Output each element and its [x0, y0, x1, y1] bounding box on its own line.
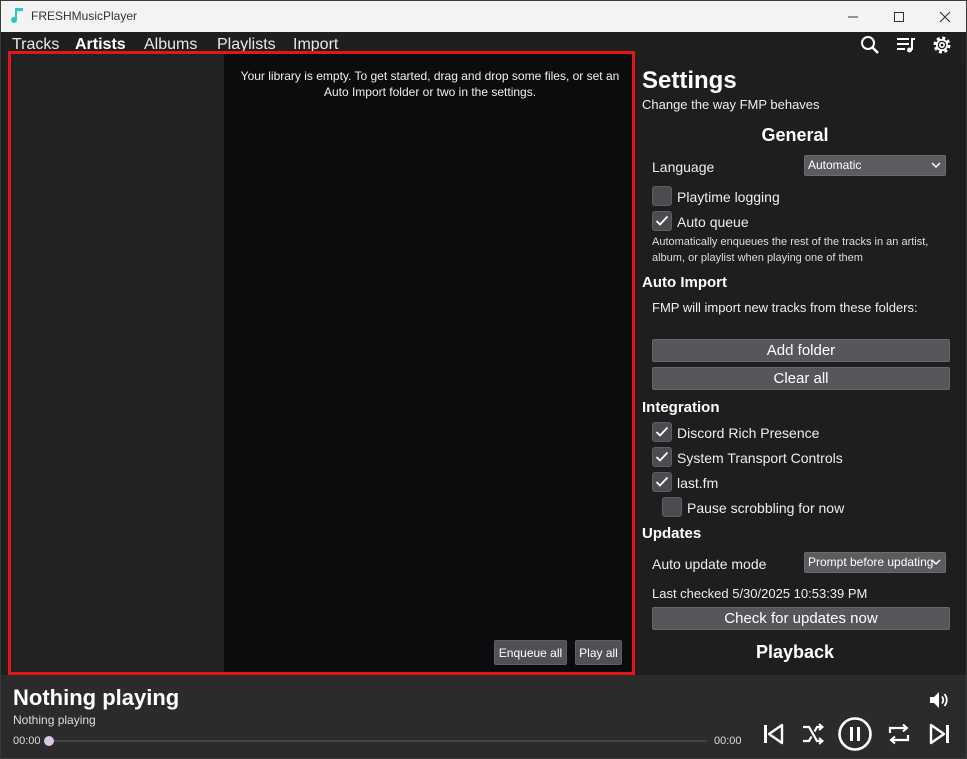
play-all-button[interactable]: Play all: [575, 640, 622, 665]
discord-checkbox[interactable]: [652, 422, 672, 442]
integration-heading: Integration: [642, 399, 720, 416]
repeat-button[interactable]: [885, 721, 913, 747]
search-icon[interactable]: [859, 34, 881, 56]
add-folder-button[interactable]: Add folder: [652, 339, 950, 362]
auto-queue-description: Automatically enqueues the rest of the t…: [652, 236, 929, 264]
repeat-icon: [888, 723, 910, 745]
minimize-icon: [848, 16, 858, 17]
gear-icon[interactable]: [931, 34, 953, 56]
volume-icon: [930, 692, 948, 708]
minimize-button[interactable]: [830, 1, 876, 32]
shuffle-icon: [803, 723, 825, 745]
update-mode-label: Auto update mode: [652, 556, 767, 572]
chevron-down-icon: [931, 162, 941, 168]
close-icon: [939, 11, 951, 22]
queue-icon[interactable]: [895, 34, 917, 56]
checkmark-icon: [655, 451, 669, 462]
empty-library-message: Your library is empty. To get started, d…: [240, 69, 620, 99]
player-bar: Nothing playing Nothing playing 00:00 00…: [1, 675, 966, 758]
checkmark-icon: [655, 426, 669, 437]
lastfm-checkbox[interactable]: [652, 472, 672, 492]
smtc-checkbox[interactable]: [652, 447, 672, 467]
now-playing-artist: Nothing playing: [13, 713, 96, 727]
app-window: FRESHMusicPlayer Tracks Artists Albums P…: [0, 0, 967, 759]
seek-bar[interactable]: [49, 740, 707, 742]
auto-import-heading: Auto Import: [642, 274, 727, 291]
music-note-icon: [11, 8, 23, 23]
general-heading: General: [761, 125, 829, 145]
pause-scrobbling-checkbox[interactable]: [662, 497, 682, 517]
elapsed-time: 00:00: [13, 735, 41, 747]
library-panel: Your library is empty. To get started, d…: [8, 51, 635, 675]
smtc-label: System Transport Controls: [677, 450, 843, 466]
auto-queue-label: Auto queue: [677, 214, 749, 230]
pause-icon: [838, 717, 872, 751]
artist-list[interactable]: [11, 54, 224, 672]
auto-queue-checkbox[interactable]: [652, 211, 672, 231]
seek-handle[interactable]: [44, 736, 54, 746]
check-updates-button[interactable]: Check for updates now: [652, 607, 950, 630]
settings-title: Settings: [642, 67, 737, 94]
volume-button[interactable]: [927, 688, 953, 712]
settings-subtitle: Change the way FMP behaves: [642, 97, 820, 112]
playtime-logging-label: Playtime logging: [677, 189, 780, 205]
updates-heading: Updates: [642, 525, 702, 542]
discord-label: Discord Rich Presence: [677, 425, 820, 441]
settings-panel: Settings Change the way FMP behaves Gene…: [635, 57, 966, 675]
auto-import-description: FMP will import new tracks from these fo…: [652, 300, 918, 315]
language-select[interactable]: Automatic: [804, 155, 946, 176]
clear-all-button[interactable]: Clear all: [652, 367, 950, 390]
checkmark-icon: [655, 215, 669, 226]
language-select-value: Automatic: [808, 158, 862, 172]
update-mode-select-value: Prompt before updating: [808, 555, 934, 569]
maximize-button[interactable]: [876, 1, 922, 32]
skip-previous-icon: [764, 723, 784, 745]
enqueue-all-button[interactable]: Enqueue all: [494, 640, 567, 665]
maximize-icon: [894, 11, 904, 22]
total-time: 00:00: [714, 735, 742, 747]
pause-scrobbling-label: Pause scrobbling for now: [687, 500, 845, 516]
checkmark-icon: [655, 476, 669, 487]
shuffle-button[interactable]: [800, 721, 826, 747]
lastfm-label: last.fm: [677, 475, 719, 491]
window-title: FRESHMusicPlayer: [31, 9, 138, 23]
playtime-logging-checkbox[interactable]: [652, 186, 672, 206]
next-button[interactable]: [927, 721, 953, 747]
playback-heading: Playback: [755, 642, 835, 662]
title-bar[interactable]: FRESHMusicPlayer: [1, 1, 966, 32]
close-button[interactable]: [922, 1, 966, 32]
now-playing-title: Nothing playing: [13, 685, 180, 710]
skip-next-icon: [929, 723, 949, 745]
pause-button[interactable]: [837, 716, 873, 752]
previous-button[interactable]: [760, 721, 786, 747]
last-checked-text: Last checked 5/30/2025 10:53:39 PM: [652, 586, 868, 601]
chevron-down-icon: [931, 559, 941, 565]
update-mode-select[interactable]: Prompt before updating: [804, 552, 946, 573]
language-label: Language: [652, 159, 715, 175]
